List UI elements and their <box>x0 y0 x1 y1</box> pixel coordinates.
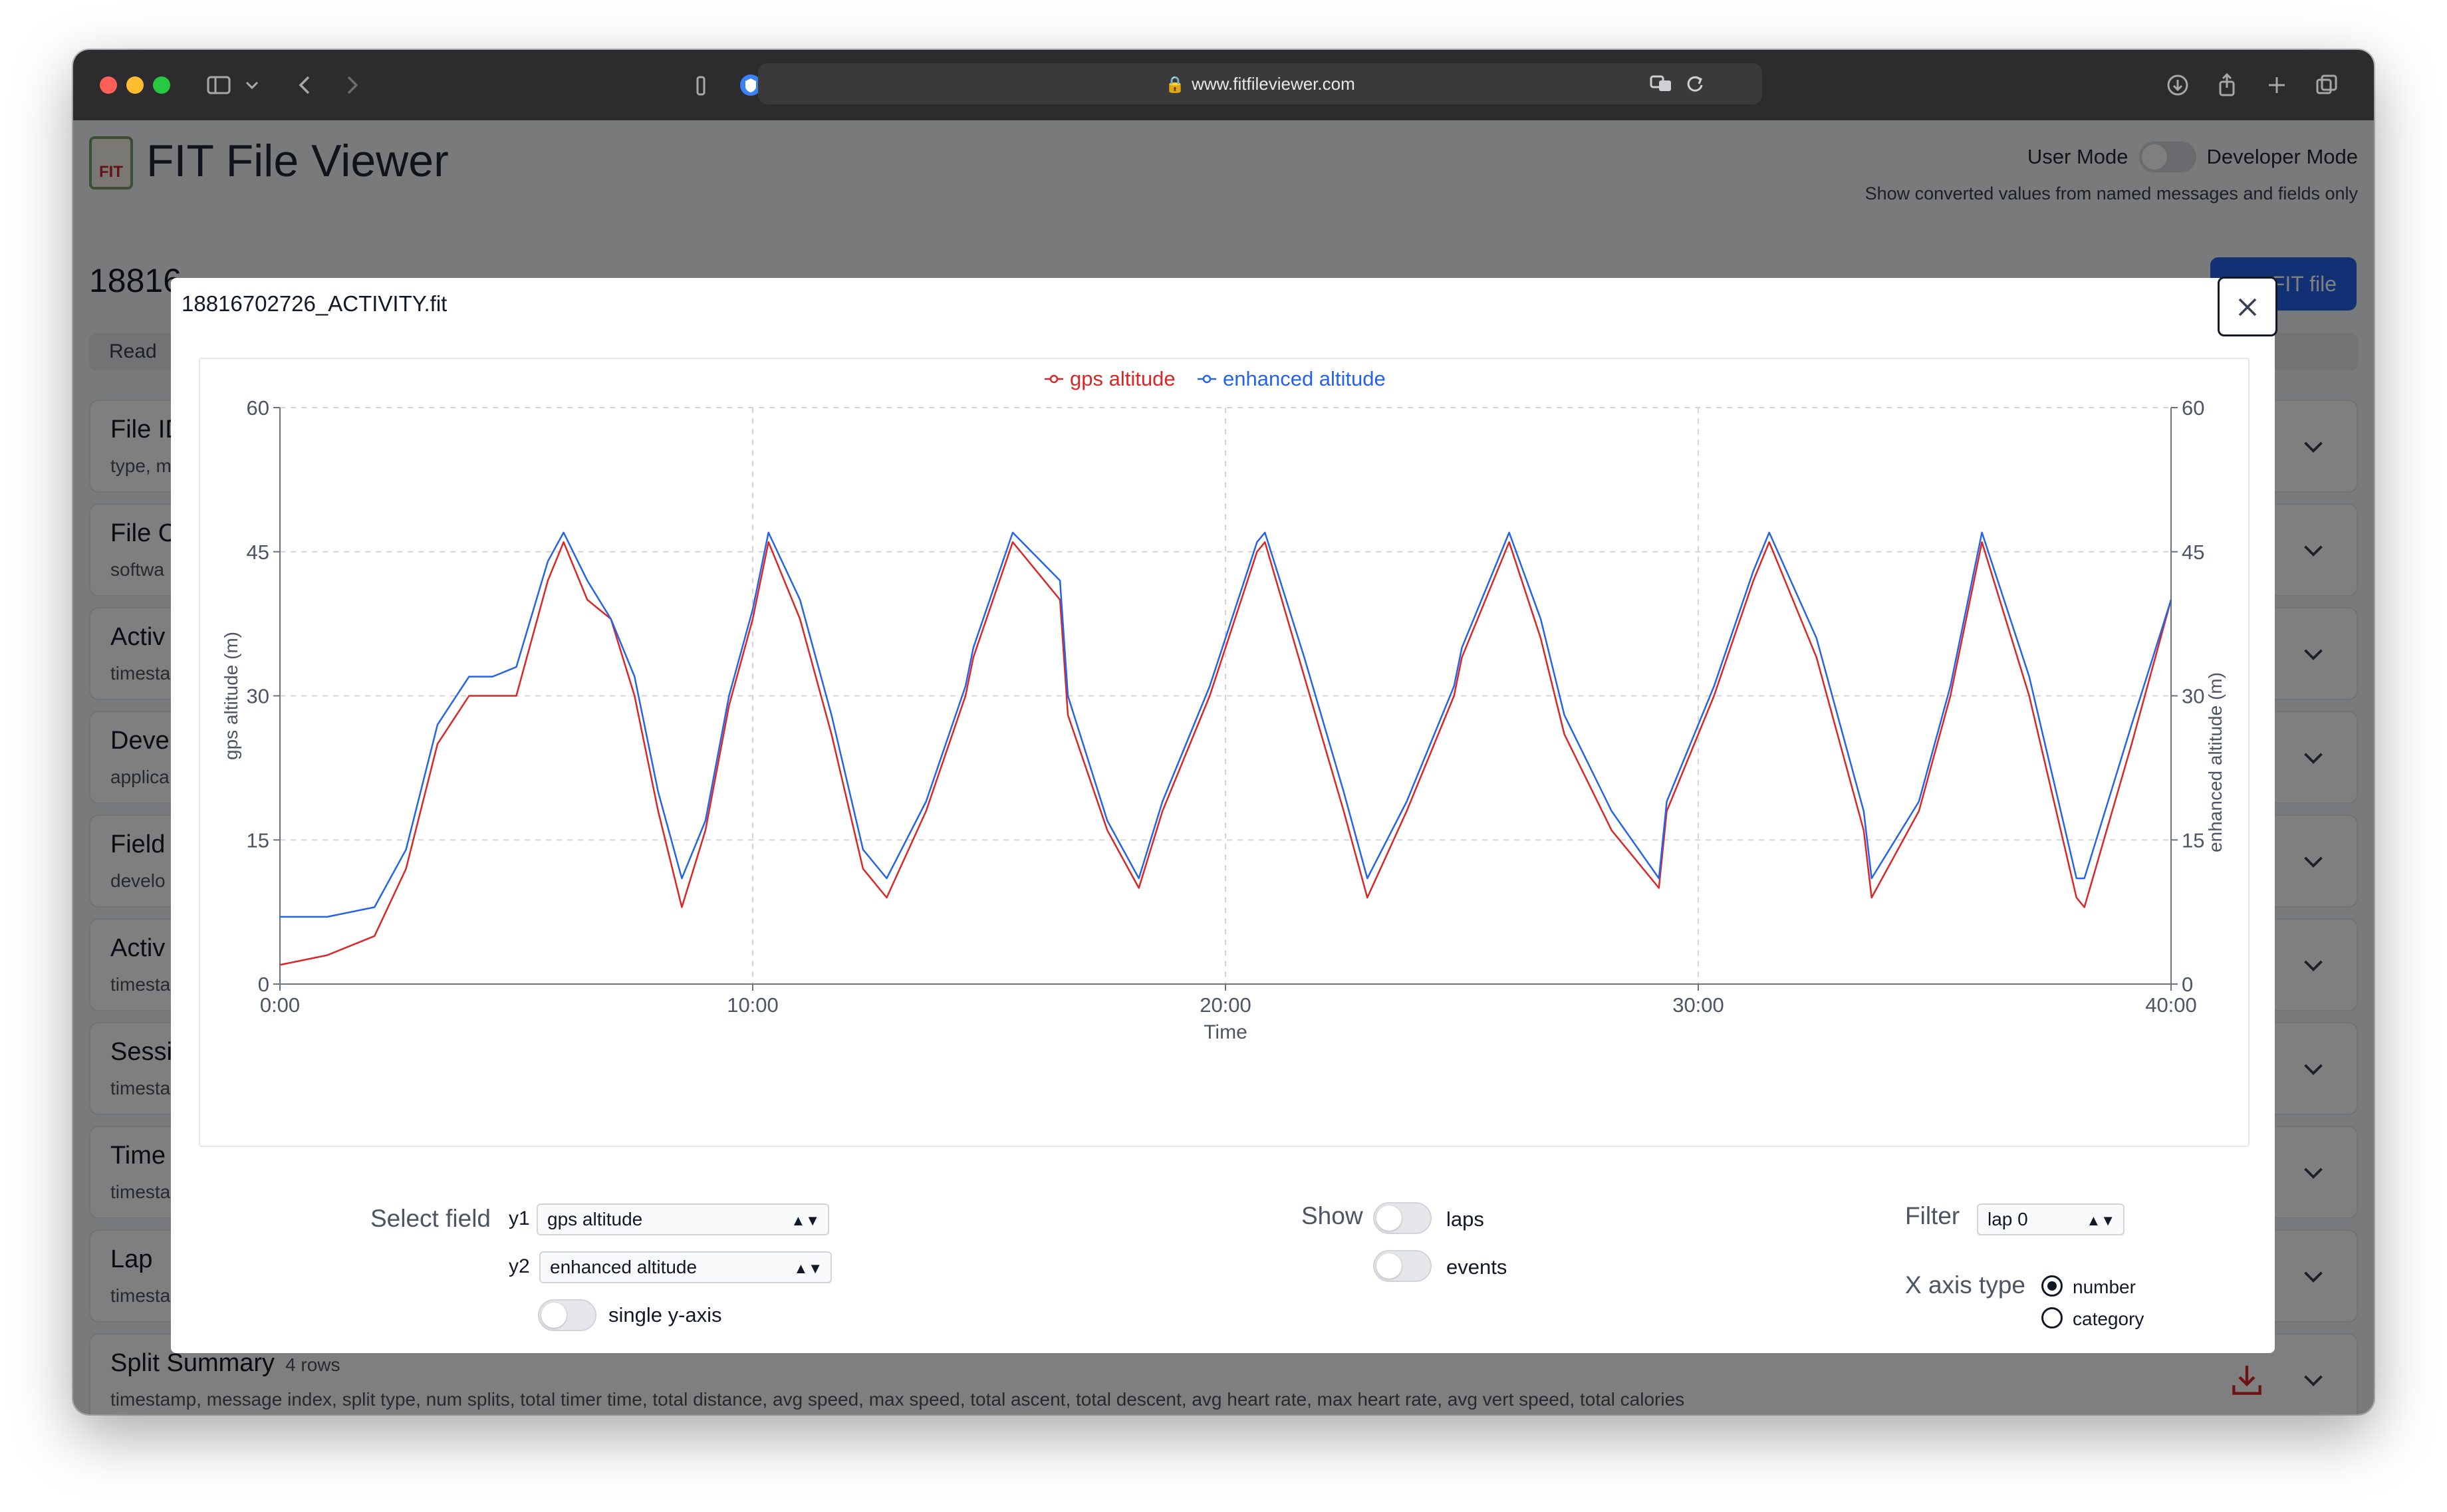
y2-tick-label: 15 <box>2182 828 2204 852</box>
browser-window: 🔒 www.fitfileviewer.com FIT FIT File View… <box>73 50 2374 1414</box>
browser-toolbar: 🔒 www.fitfileviewer.com <box>73 50 2374 120</box>
x-axis-category-label: category <box>2073 1309 2144 1329</box>
x-tick-label: 40:00 <box>2145 993 2197 1017</box>
extension-icon[interactable] <box>682 66 720 104</box>
y2-tick-label: 30 <box>2182 685 2204 708</box>
y2-select[interactable]: enhanced altitude ▲▼ <box>539 1251 832 1283</box>
tab-overview-icon[interactable] <box>2307 66 2346 104</box>
y1-tick-label: 30 <box>247 685 269 708</box>
chart-modal: 18816702726_ACTIVITY.fit 0 0 15 15 30 30 45 45 6… <box>171 277 2277 1353</box>
download-icon[interactable] <box>2158 66 2197 104</box>
y1-tick-label: 0 <box>258 973 269 996</box>
laps-label: laps <box>1446 1207 1484 1231</box>
x-tick-label: 0:00 <box>260 993 300 1017</box>
y1-tick-label: 45 <box>247 541 269 564</box>
events-label: events <box>1446 1255 1507 1279</box>
select-arrows-icon: ▲▼ <box>793 1260 823 1277</box>
y1-tick-label: 15 <box>247 828 269 852</box>
chart-card: 0 0 15 15 30 30 45 45 60 60 0:00 10:00 20:00 30:00 40:… <box>199 358 2250 1147</box>
address-bar[interactable]: 🔒 www.fitfileviewer.com <box>758 63 1762 104</box>
y2-select-value: enhanced altitude <box>550 1257 698 1277</box>
lock-icon: 🔒 <box>1165 76 1186 94</box>
y1-axis-label: gps altitude (m) <box>221 632 241 760</box>
close-icon <box>2238 298 2257 316</box>
y2-label: y2 <box>509 1255 530 1277</box>
y1-select-value: gps altitude <box>547 1209 643 1229</box>
select-field-label: Select field <box>370 1205 491 1232</box>
laps-toggle[interactable] <box>1373 1202 1432 1234</box>
filter-select-value: lap 0 <box>1988 1209 2028 1229</box>
altitude-chart: 0 0 15 15 30 30 45 45 60 60 0:00 10:00 20:00 30:00 40:… <box>221 367 2226 1043</box>
address-text[interactable]: 🔒 www.fitfileviewer.com <box>758 63 1762 106</box>
x-axis-category-radio[interactable] <box>2041 1307 2063 1328</box>
filter-select[interactable]: lap 0 ▲▼ <box>1977 1203 2125 1235</box>
share-icon[interactable] <box>2208 66 2246 104</box>
y1-tick-label: 60 <box>247 396 269 420</box>
x-axis-type-label: X axis type <box>1905 1271 2025 1299</box>
legend-marker <box>1049 374 1059 384</box>
new-tab-icon[interactable] <box>2257 66 2296 104</box>
y1-select[interactable]: gps altitude ▲▼ <box>537 1203 829 1235</box>
y1-label: y1 <box>509 1207 530 1229</box>
select-arrows-icon: ▲▼ <box>2086 1212 2115 1229</box>
chevron-down-icon[interactable] <box>233 66 271 104</box>
url: www.fitfileviewer.com <box>1192 74 1355 94</box>
select-arrows-icon: ▲▼ <box>791 1212 820 1229</box>
y2-tick-label: 45 <box>2182 541 2204 564</box>
x-axis-number-radio[interactable] <box>2041 1275 2063 1297</box>
reload-icon[interactable] <box>1676 64 1714 103</box>
single-y-axis-label: single y-axis <box>608 1303 722 1326</box>
single-y-axis-toggle[interactable] <box>538 1299 596 1331</box>
y2-tick-label: 60 <box>2182 396 2204 420</box>
legend-marker <box>1202 374 1212 384</box>
y2-tick-label: 0 <box>2182 973 2193 996</box>
x-axis-label: Time <box>1204 1021 1247 1043</box>
x-tick-label: 30:00 <box>1672 993 1724 1017</box>
page-content: FIT FIT File Viewer User Mode Developer … <box>73 120 2374 1414</box>
back-icon[interactable] <box>286 66 324 104</box>
x-axis-number-label: number <box>2073 1277 2136 1297</box>
show-label: Show <box>1301 1202 1363 1229</box>
y2-axis-label: enhanced altitude (m) <box>2205 672 2226 852</box>
filter-label: Filter <box>1905 1202 1960 1229</box>
modal-title: 18816702726_ACTIVITY.fit <box>182 291 448 316</box>
events-toggle[interactable] <box>1373 1250 1432 1282</box>
legend-label: gps altitude <box>1070 367 1176 390</box>
minimize-window-button[interactable] <box>126 76 144 94</box>
close-modal-button[interactable] <box>2218 277 2277 336</box>
x-tick-label: 10:00 <box>727 993 779 1017</box>
close-window-button[interactable] <box>100 76 117 94</box>
x-tick-label: 20:00 <box>1200 993 1251 1017</box>
zoom-window-button[interactable] <box>153 76 170 94</box>
forward-icon[interactable] <box>332 66 371 104</box>
legend-label: enhanced altitude <box>1223 367 1386 390</box>
